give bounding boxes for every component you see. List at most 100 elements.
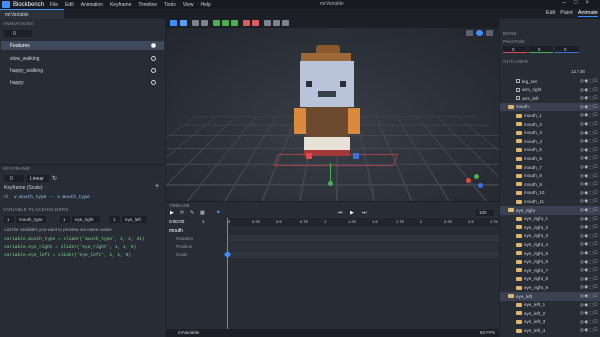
outliner-row[interactable]: eye_right_4 ◎◉⬚☐	[500, 240, 600, 249]
animation-radio-slow-walking[interactable]	[151, 56, 156, 61]
group-icon[interactable]	[231, 20, 238, 26]
outliner-row[interactable]: eye_right_6 ◎◉⬚☐	[500, 258, 600, 267]
pivot-tool-icon[interactable]	[180, 20, 187, 26]
outliner-row[interactable]: eye_right_2 ◎◉⬚☐	[500, 223, 600, 232]
visibility-toggle-icons[interactable]: ◎◉⬚☐	[580, 302, 598, 308]
visibility-toggle-icons[interactable]: ◎◉⬚☐	[580, 293, 598, 299]
orientation-x-icon[interactable]	[466, 178, 471, 183]
outliner-row[interactable]: mouth_6 ◎◉⬚☐	[500, 154, 600, 163]
animation-item-happy[interactable]: happy	[1, 78, 164, 87]
menu-tools[interactable]: Tools	[164, 2, 176, 8]
visibility-toggle-icons[interactable]: ◎◉⬚☐	[580, 207, 598, 213]
arm-left[interactable]	[294, 108, 306, 134]
onion-skin-icon[interactable]	[282, 20, 289, 26]
placeholder-name-1[interactable]: mouth_type	[16, 216, 46, 223]
channel-scale[interactable]: Scale	[176, 252, 188, 257]
animation-radio-happy-walking[interactable]	[151, 68, 156, 73]
outliner-row[interactable]: eye_left ◎◉⬚☐	[500, 292, 600, 301]
gizmo-x-handle-icon[interactable]	[306, 153, 312, 159]
mode-edit[interactable]: Edit	[546, 10, 555, 17]
project-tab[interactable]: mrVariable	[0, 9, 64, 19]
outliner-row[interactable]: mouth_10 ◎◉⬚☐	[500, 189, 600, 198]
cube-icon[interactable]	[222, 20, 229, 26]
loop-icon[interactable]: ⟳	[180, 210, 184, 216]
add-marker-icon[interactable]: ✎	[190, 210, 194, 216]
orientation-z-icon[interactable]	[478, 183, 483, 188]
step-back-icon[interactable]: ⏮	[338, 210, 343, 216]
visibility-toggle-icons[interactable]: ◎◉⬚☐	[580, 104, 598, 110]
scale-track[interactable]	[228, 251, 499, 258]
visibility-toggle-icons[interactable]: ◎◉⬚☐	[580, 224, 598, 230]
undo-icon[interactable]	[192, 20, 199, 26]
outliner-row[interactable]: eye_right_8 ◎◉⬚☐	[500, 275, 600, 284]
animation-item-happy-walking[interactable]: happy_walking	[1, 66, 164, 75]
timeline-ruler[interactable]: 0 0.25 0.5 0.75 1 1.25 1.5 1.75 2 2.25 2…	[228, 218, 499, 226]
outliner-row[interactable]: mouth_11 ◎◉⬚☐	[500, 197, 600, 206]
outliner-row[interactable]: mouth ◎◉⬚☐	[500, 102, 600, 112]
visibility-toggle-icons[interactable]: ◎◉⬚☐	[580, 327, 598, 333]
camera-icon[interactable]	[476, 30, 483, 36]
outliner-row[interactable]: mouth_8 ◎◉⬚☐	[500, 172, 600, 181]
visibility-toggle-icons[interactable]: ◎◉⬚☐	[580, 284, 598, 290]
outliner-row[interactable]: eye_right ◎◉⬚☐	[500, 206, 600, 215]
outliner-row[interactable]: eye_left_4 ◎◉⬚☐	[500, 326, 600, 335]
locator-icon[interactable]	[252, 20, 259, 26]
gizmo-y-axis[interactable]	[330, 163, 331, 183]
redo-icon[interactable]	[201, 20, 208, 26]
character-body[interactable]	[306, 107, 348, 137]
marker-icon[interactable]: ⚑	[216, 210, 220, 216]
pivot-x-field[interactable]: 0	[503, 46, 527, 53]
menu-view[interactable]: View	[183, 2, 194, 8]
outliner-row[interactable]: mouth_1 ◎◉⬚☐	[500, 111, 600, 120]
window-controls[interactable]: –□×	[563, 0, 597, 6]
keyframe-value-field[interactable]: 0	[4, 175, 24, 182]
menu-edit[interactable]: Edit	[65, 2, 74, 8]
animation-radio-features[interactable]	[151, 43, 156, 48]
visibility-toggle-icons[interactable]: ◎◉⬚☐	[580, 250, 598, 256]
orientation-y-icon[interactable]	[474, 174, 479, 179]
move-tool-icon[interactable]	[170, 20, 177, 26]
visibility-toggle-icons[interactable]: ◎◉⬚☐	[580, 164, 598, 170]
keyframe-expression[interactable]: v.mouth_type -- v.mouth_type	[14, 195, 90, 200]
step-forward-icon[interactable]: ⏭	[362, 210, 367, 216]
visibility-toggle-icons[interactable]: ◎◉⬚☐	[580, 138, 598, 144]
visibility-toggle-icons[interactable]: ◎◉⬚☐	[580, 241, 598, 247]
reset-icon[interactable]: ↻	[52, 175, 57, 182]
animation-group-field[interactable]: 0	[4, 30, 32, 37]
outliner-row[interactable]: eye_left_2 ◎◉⬚☐	[500, 309, 600, 318]
visibility-toggle-icons[interactable]: ◎◉⬚☐	[580, 147, 598, 153]
bone-icon[interactable]	[213, 20, 220, 26]
visibility-toggle-icons[interactable]: ◎◉⬚☐	[580, 112, 598, 118]
outliner-row[interactable]: eye_left_1 ◎◉⬚☐	[500, 301, 600, 310]
interpolation-select[interactable]: Linear	[27, 175, 49, 182]
play-icon[interactable]: ▶	[170, 210, 174, 216]
placeholder-value-3[interactable]: 1	[110, 216, 120, 223]
variable-line-1[interactable]: variable.mouth_type = slider('mouth_type…	[4, 237, 144, 242]
visibility-toggle-icons[interactable]: ◎◉⬚☐	[580, 190, 598, 196]
visibility-toggle-icons[interactable]: ◎◉⬚☐	[580, 173, 598, 179]
outliner-row[interactable]: mouth_4 ◎◉⬚☐	[500, 137, 600, 146]
view-mode-icon[interactable]	[466, 30, 473, 36]
outliner-row[interactable]: mouth_9 ◎◉⬚☐	[500, 180, 600, 189]
timeline-play-icon[interactable]: ▶	[350, 210, 354, 216]
outliner-row[interactable]: mouth_7 ◎◉⬚☐	[500, 163, 600, 172]
outliner-row[interactable]: eye_right_5 ◎◉⬚☐	[500, 249, 600, 258]
variable-line-2[interactable]: variable.eye_right = slider('eye_right',…	[4, 245, 136, 250]
animation-item-features[interactable]: Features	[1, 41, 164, 50]
lock-icon[interactable]	[264, 20, 271, 26]
placeholder-value-1[interactable]: 1	[4, 216, 14, 223]
animation-radio-happy[interactable]	[151, 80, 156, 85]
visibility-toggle-icons[interactable]: ◎◉⬚☐	[580, 319, 598, 325]
visibility-toggle-icons[interactable]: ◎◉⬚☐	[580, 267, 598, 273]
outliner-row[interactable]: eye_right_1 ◎◉⬚☐	[500, 215, 600, 224]
visibility-toggle-icons[interactable]: ◎◉⬚☐	[580, 276, 598, 282]
visibility-toggle-icons[interactable]: ◎◉⬚☐	[580, 78, 598, 84]
outliner-row[interactable]: mouth_3 ◎◉⬚☐	[500, 129, 600, 138]
snap-icon[interactable]: ▦	[200, 210, 205, 216]
outliner-row[interactable]: eye_right_9 ◎◉⬚☐	[500, 283, 600, 292]
visibility-toggle-icons[interactable]: ◎◉⬚☐	[580, 130, 598, 136]
mirror-icon[interactable]	[273, 20, 280, 26]
outliner-row[interactable]: arm_left ◎◉⬚☐	[500, 94, 600, 103]
placeholder-value-2[interactable]: 1	[60, 216, 70, 223]
menu-keyframe[interactable]: Keyframe	[110, 2, 131, 8]
